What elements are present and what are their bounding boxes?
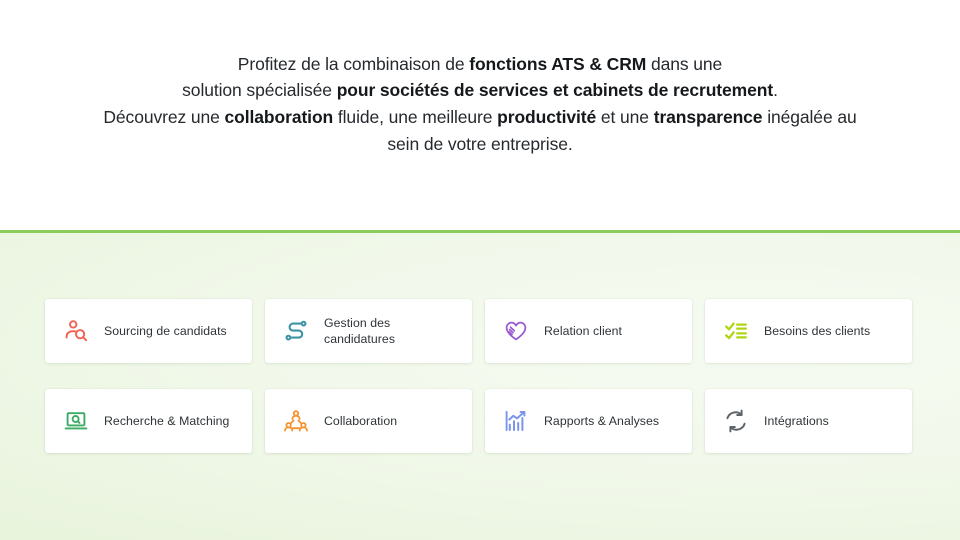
checklist-icon xyxy=(722,317,750,345)
feature-card-sourcing[interactable]: Sourcing de candidats xyxy=(45,299,252,363)
feature-card-gestion-candidatures[interactable]: Gestion des candidatures xyxy=(265,299,472,363)
intro-emphasis-productivite: productivité xyxy=(497,107,597,127)
intro-emphasis-ats-crm: fonctions ATS & CRM xyxy=(469,53,647,74)
feature-card-recherche-matching[interactable]: Recherche & Matching xyxy=(45,389,252,453)
laptop-search-icon xyxy=(62,407,90,435)
person-search-icon xyxy=(62,317,90,345)
intro-line1-post: dans une xyxy=(646,53,723,74)
feature-card-label: Gestion des candidatures xyxy=(324,315,396,346)
intro-line3-pre: Découvrez une xyxy=(103,107,225,127)
feature-card-label: Sourcing de candidats xyxy=(104,323,227,338)
intro-line2-post: . xyxy=(773,80,778,101)
intro-line3-mid1: fluide, une meilleure xyxy=(333,107,498,127)
slide-root: Profitez de la combinaison de fonctions … xyxy=(0,0,960,540)
intro-line1-pre: Profitez de la combinaison de xyxy=(237,53,470,74)
feature-card-label: Intégrations xyxy=(764,413,829,428)
features-panel: Sourcing de candidats Gestion des candid… xyxy=(0,233,960,540)
feature-card-integrations[interactable]: Intégrations xyxy=(705,389,912,453)
intro-emphasis-transparence: transparence xyxy=(653,107,763,127)
feature-card-besoins-clients[interactable]: Besoins des clients xyxy=(705,299,912,363)
workflow-path-icon xyxy=(282,317,310,345)
intro-paragraph: Profitez de la combinaison de fonctions … xyxy=(65,51,895,157)
intro-line4: sein de votre entreprise. xyxy=(387,133,573,154)
feature-card-label: Relation client xyxy=(544,323,622,338)
feature-card-label: Rapports & Analyses xyxy=(544,413,660,428)
bar-chart-trend-icon xyxy=(502,407,530,435)
feature-card-label: Recherche & Matching xyxy=(104,413,230,428)
intro-emphasis-collaboration: collaboration xyxy=(224,107,334,127)
team-collaboration-icon xyxy=(282,407,310,435)
intro-line2-pre: solution spécialisée xyxy=(182,80,337,101)
intro-emphasis-societes: pour sociétés de services et cabinets de… xyxy=(336,80,774,101)
feature-card-collaboration[interactable]: Collaboration xyxy=(265,389,472,453)
intro-section: Profitez de la combinaison de fonctions … xyxy=(0,0,960,230)
features-grid: Sourcing de candidats Gestion des candid… xyxy=(45,299,915,453)
feature-card-label: Besoins des clients xyxy=(764,323,871,338)
feature-card-relation-client[interactable]: Relation client xyxy=(485,299,692,363)
handshake-heart-icon xyxy=(502,317,530,345)
sync-arrows-icon xyxy=(722,407,750,435)
feature-card-rapports-analyses[interactable]: Rapports & Analyses xyxy=(485,389,692,453)
feature-card-label: Collaboration xyxy=(324,413,398,428)
intro-line3-mid2: et une xyxy=(596,107,654,127)
intro-line3-post: inégalée au xyxy=(762,107,857,127)
